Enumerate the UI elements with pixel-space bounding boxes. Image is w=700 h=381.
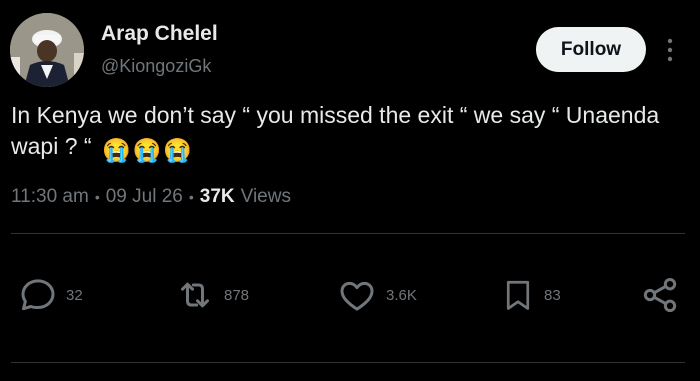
repost-button[interactable]: 878 [174, 275, 249, 315]
like-count: 3.6K [386, 286, 417, 304]
divider [11, 362, 685, 363]
avatar[interactable] [10, 13, 84, 87]
bookmark-button[interactable]: 83 [500, 275, 561, 315]
author-handle[interactable]: @KiongoziGk [101, 56, 211, 77]
reply-count: 32 [66, 286, 83, 304]
repost-count: 878 [224, 286, 250, 304]
divider [11, 233, 685, 234]
reply-icon [21, 279, 55, 311]
like-icon [340, 281, 374, 311]
avatar-photo-icon [10, 13, 84, 87]
bookmark-count: 83 [544, 286, 561, 304]
share-icon [643, 278, 677, 312]
author-name[interactable]: Arap Chelel [101, 22, 218, 46]
tweet-meta: 11:30 am • 09 Jul 26 • 37K Views [11, 186, 291, 208]
like-button[interactable]: 3.6K [336, 275, 417, 315]
tweet-date[interactable]: 09 Jul 26 [106, 186, 183, 208]
views-count: 37K [199, 186, 235, 207]
repost-icon [181, 282, 209, 308]
follow-button[interactable]: Follow [536, 27, 646, 72]
tweet-time[interactable]: 11:30 am [11, 186, 89, 208]
crying-emoji-icon: 😭 [132, 137, 162, 163]
tweet-text: In Kenya we don’t say “ you missed the e… [11, 100, 691, 166]
share-button[interactable] [640, 275, 680, 315]
more-icon[interactable] [660, 35, 680, 65]
crying-emoji-icon: 😭 [163, 137, 192, 163]
reply-button[interactable]: 32 [18, 275, 83, 315]
separator-dot: • [188, 189, 194, 205]
bookmark-icon [506, 280, 530, 310]
crying-emoji-icon: 😭 [101, 137, 131, 163]
views-label: Views [240, 186, 291, 207]
separator-dot: • [94, 189, 100, 205]
emoji-group: 😭 😭 😭 [102, 135, 192, 166]
